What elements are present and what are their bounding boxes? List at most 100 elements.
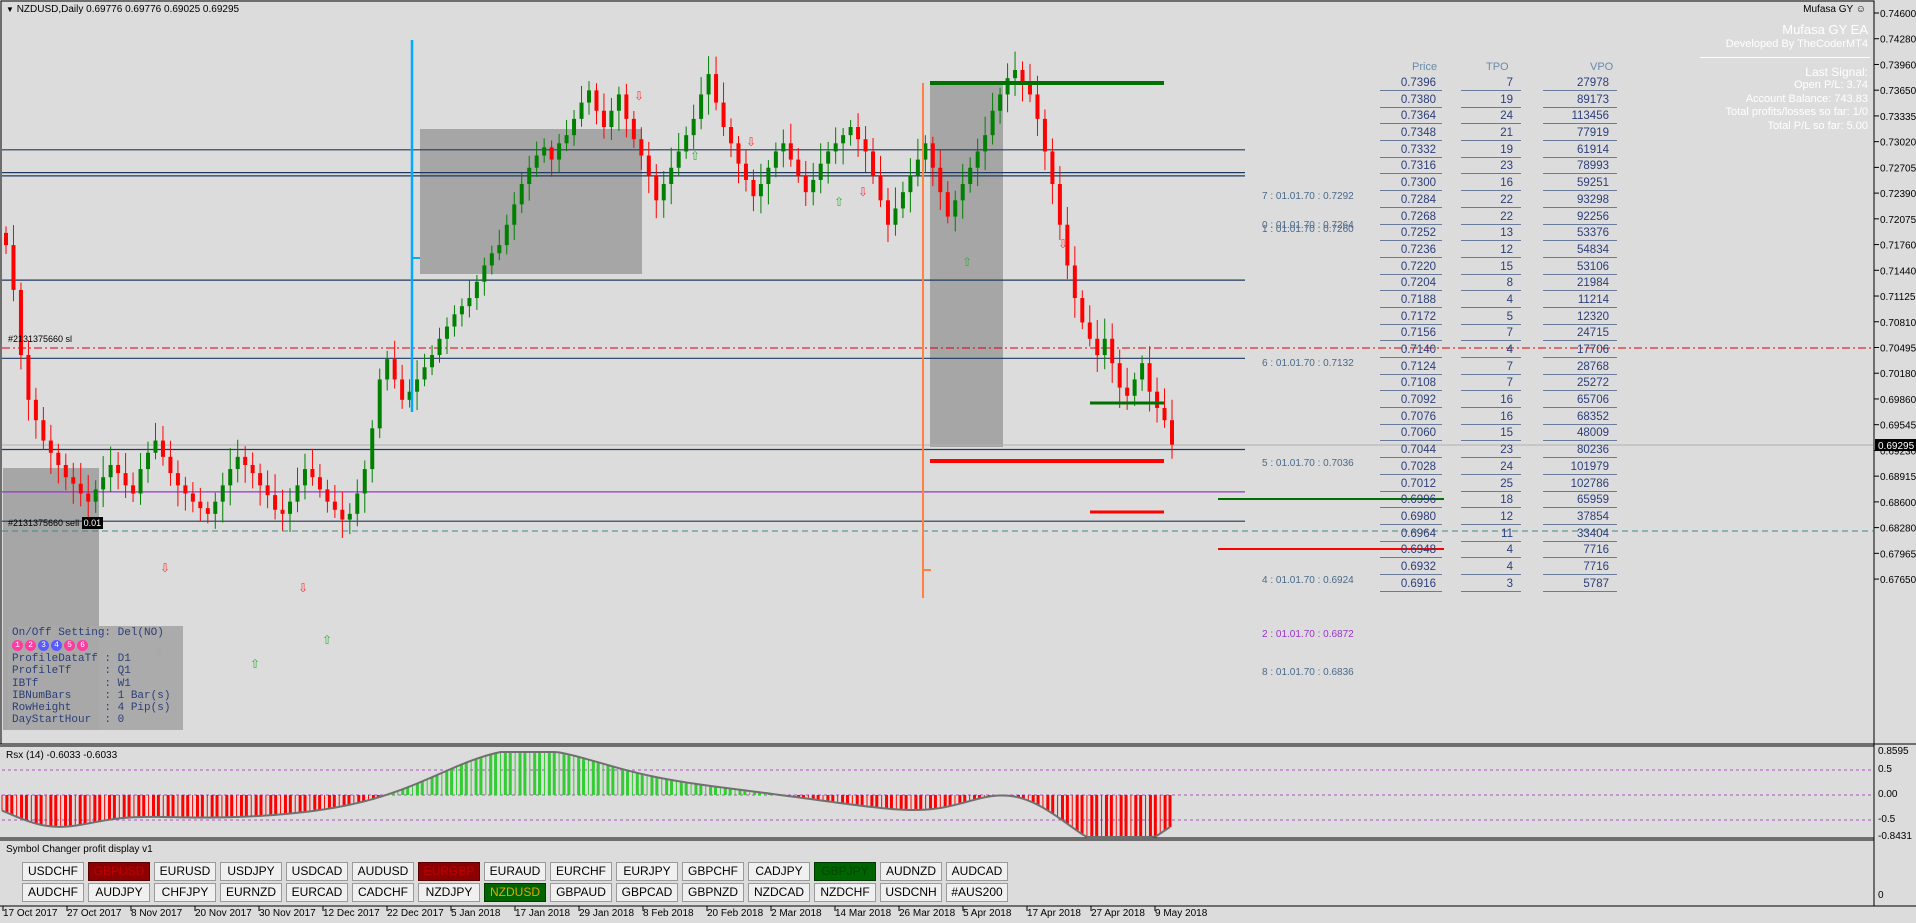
sell-order-text: #2131375660 sell [8, 518, 80, 528]
profile-table-row: 0.6916 3 5787 [1380, 577, 1620, 594]
candle-body [669, 167, 674, 185]
symbol-button-eurchf[interactable]: EURCHF [550, 862, 612, 881]
profile-toggle-badge[interactable]: 5 [64, 640, 75, 652]
chart-menu-icon[interactable]: ▼ [6, 5, 14, 14]
candle-body [908, 175, 913, 193]
symbol-button-audusd[interactable]: AUDUSD [352, 862, 414, 881]
profile-toggle-badge[interactable]: 6 [77, 640, 88, 652]
profile-cell: 0.7204 [1380, 276, 1442, 292]
candle-body [86, 493, 91, 502]
candle-body [444, 326, 449, 339]
rsx-axis-label: 0.8595 [1878, 746, 1909, 758]
price-tick-label: 0.74280 [1880, 35, 1916, 46]
candle-body [250, 464, 255, 474]
symbol-button-audchf[interactable]: AUDCHF [22, 883, 84, 902]
candle-body [646, 155, 651, 176]
symbol-button-gbpjpy[interactable]: GBPJPY [814, 862, 876, 881]
profile-toggle-badge[interactable]: 1 [12, 640, 23, 652]
profile-toggle-badge[interactable]: 4 [51, 640, 62, 652]
candle-body [1102, 338, 1107, 356]
profile-cell: 24 [1461, 109, 1521, 125]
symbol-button-nzdchf[interactable]: NZDCHF [814, 883, 876, 902]
candle-body [497, 245, 502, 254]
candle-body [549, 147, 554, 160]
symbol-button-aus200[interactable]: #AUS200 [946, 883, 1008, 902]
candle-body [116, 464, 121, 474]
symbol-button-audcad[interactable]: AUDCAD [946, 862, 1008, 881]
ea-total-pl: Total profits/losses so far: 1/0 [1725, 106, 1868, 118]
symbol-button-gbpnzd[interactable]: GBPNZD [682, 883, 744, 902]
candle-body [78, 483, 83, 494]
candle-body [938, 167, 943, 193]
date-tick-label: 5 Apr 2018 [963, 908, 1012, 919]
symbol-button-gbpchf[interactable]: GBPCHF [682, 862, 744, 881]
rsx-axis-label: 0.5 [1878, 764, 1892, 775]
profile-table-row: 0.7396 7 27978 [1380, 76, 1620, 93]
price-tick-label: 0.71125 [1880, 292, 1916, 303]
candle-body [504, 224, 509, 246]
symbol-button-cadchf[interactable]: CADCHF [352, 883, 414, 902]
profile-cell: 4 [1461, 343, 1521, 358]
profile-table-row: 0.7220 15 53106 [1380, 260, 1620, 277]
candle-body [572, 118, 577, 136]
date-tick-label: 14 Mar 2018 [835, 908, 892, 919]
symbol-button-eurgbp[interactable]: EURGBP [418, 862, 480, 881]
candle-body [1095, 338, 1100, 356]
date-tick-label: 20 Feb 2018 [707, 908, 764, 919]
candle-body [557, 143, 562, 160]
candle-body [370, 428, 375, 470]
profile-cell: 0.6964 [1380, 527, 1442, 542]
profile-cell: 102786 [1543, 477, 1617, 492]
symbol-button-nzdusd[interactable]: NZDUSD [484, 883, 546, 902]
symbol-button-gbpcad[interactable]: GBPCAD [616, 883, 678, 902]
candle-body [101, 477, 106, 490]
candle-body [579, 102, 584, 119]
profile-cell: 12 [1461, 510, 1521, 525]
price-chart[interactable]: ⇩⇩⇩⇩⇩⇩⇧⇧⇧⇧⇧⇧ 0.746000.742800.739600.7365… [0, 0, 1916, 923]
date-tick-label: 20 Nov 2017 [195, 908, 252, 919]
date-tick-label: 27 Apr 2018 [1091, 908, 1145, 919]
symbol-button-usdcad[interactable]: USDCAD [286, 862, 348, 881]
profile-table-row: 0.7380 19 89173 [1380, 93, 1620, 110]
ea-open-pl: Open P/L: 3.74 [1794, 79, 1868, 91]
candle-body [915, 159, 920, 176]
profile-toggle-badge[interactable]: 3 [38, 640, 49, 652]
candle-body [1155, 391, 1160, 408]
symbol-button-eurnzd[interactable]: EURNZD [220, 883, 282, 902]
symbol-button-eurcad[interactable]: EURCAD [286, 883, 348, 902]
profile-toggle-badge[interactable]: 2 [25, 640, 36, 652]
current-price-label: 0.69295 [1878, 441, 1915, 452]
symbol-button-cadjpy[interactable]: CADJPY [748, 862, 810, 881]
candle-body [332, 501, 337, 510]
symbol-button-eurjpy[interactable]: EURJPY [616, 862, 678, 881]
symbol-button-audjpy[interactable]: AUDJPY [88, 883, 150, 902]
date-tick-label: 12 Dec 2017 [323, 908, 380, 919]
symbol-button-nzdjpy[interactable]: NZDJPY [418, 883, 480, 902]
pivot-level-label: 1 : 01.01.70 : 0.7260 [1262, 224, 1354, 235]
sell-order-lot: 0.01 [81, 517, 104, 529]
candle-body [729, 127, 734, 144]
chart-header: ▼ NZDUSD,Daily 0.69776 0.69776 0.69025 0… [6, 4, 239, 15]
profile-cell: 4 [1461, 543, 1521, 559]
candle-body [4, 232, 8, 246]
symbol-button-gbpaud[interactable]: GBPAUD [550, 883, 612, 902]
candle-body [273, 495, 278, 510]
symbol-button-usdchf[interactable]: USDCHF [22, 862, 84, 881]
profile-cell: 0.7300 [1380, 176, 1442, 192]
profile-cell: 0.6916 [1380, 577, 1442, 592]
setting-line: ProfileDataTf : D1 [12, 653, 131, 666]
symbol-button-euraud[interactable]: EURAUD [484, 862, 546, 881]
profile-cell: 0.7156 [1380, 326, 1442, 342]
symbol-button-chfjpy[interactable]: CHFJPY [154, 883, 216, 902]
symbol-button-nzdcad[interactable]: NZDCAD [748, 883, 810, 902]
symbol-button-eurusd[interactable]: EURUSD [154, 862, 216, 881]
ea-total-pips: Total P/L so far: 5.00 [1767, 119, 1868, 132]
profile-table-row: 0.7252 13 53376 [1380, 226, 1620, 243]
symbol-button-audnzd[interactable]: AUDNZD [880, 862, 942, 881]
candle-body [385, 359, 390, 380]
symbol-button-gbpusd[interactable]: GBPUSD [88, 862, 150, 881]
candle-body [796, 159, 801, 176]
symbol-button-usdjpy[interactable]: USDJPY [220, 862, 282, 881]
onoff-setting[interactable]: On/Off Setting: Del(NO) [12, 627, 170, 639]
symbol-button-usdcnh[interactable]: USDCNH [880, 883, 942, 902]
